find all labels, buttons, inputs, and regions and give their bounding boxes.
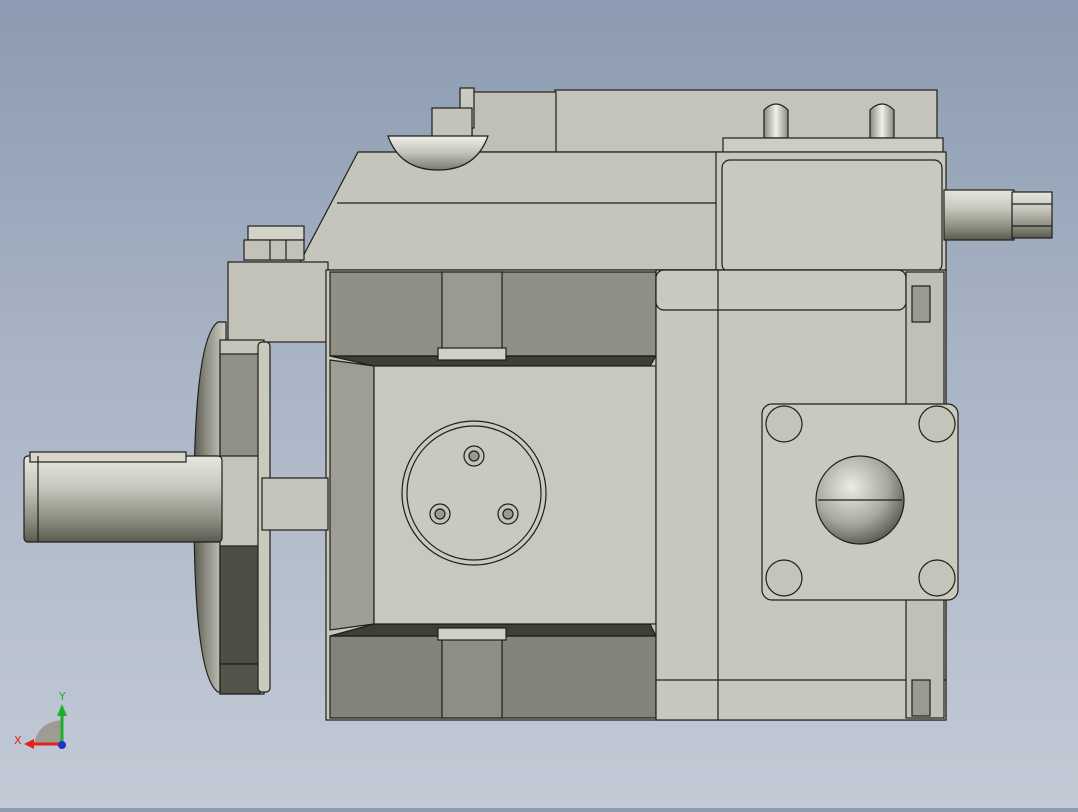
flange-bolt-hole[interactable] (765, 405, 803, 443)
model-canvas[interactable]: Y X (0, 0, 1078, 808)
upper-body[interactable] (299, 151, 719, 271)
z-axis-dot (58, 741, 66, 749)
left-step-block[interactable] (227, 261, 329, 343)
flange-bolt-hole[interactable] (918, 405, 956, 443)
top-plug-left[interactable] (763, 103, 789, 139)
cover-bolt[interactable] (463, 445, 485, 467)
pump-model[interactable] (23, 87, 1053, 721)
y-axis-arrow (57, 704, 67, 716)
triad-origin (34, 720, 62, 746)
rear-shaft[interactable] (943, 189, 1015, 241)
cad-viewport[interactable]: Y X (0, 0, 1078, 808)
center-left-bevel[interactable] (329, 359, 375, 631)
flange-bolt-hole[interactable] (765, 559, 803, 597)
round-cover[interactable] (401, 420, 547, 566)
hex-bolt[interactable] (247, 225, 305, 241)
drive-shaft[interactable] (23, 455, 223, 543)
cover-bolt[interactable] (429, 503, 451, 525)
flange-bolt-hole[interactable] (918, 559, 956, 597)
top-cover-strip[interactable] (722, 137, 944, 153)
x-axis-arrow (24, 739, 34, 749)
cover-bolt[interactable] (497, 503, 519, 525)
top-plug-right[interactable] (869, 103, 895, 139)
x-axis-label: X (14, 734, 22, 747)
shaft-key[interactable] (29, 451, 187, 463)
y-axis-label: Y (58, 690, 66, 703)
coordinate-triad: Y X (14, 690, 67, 749)
